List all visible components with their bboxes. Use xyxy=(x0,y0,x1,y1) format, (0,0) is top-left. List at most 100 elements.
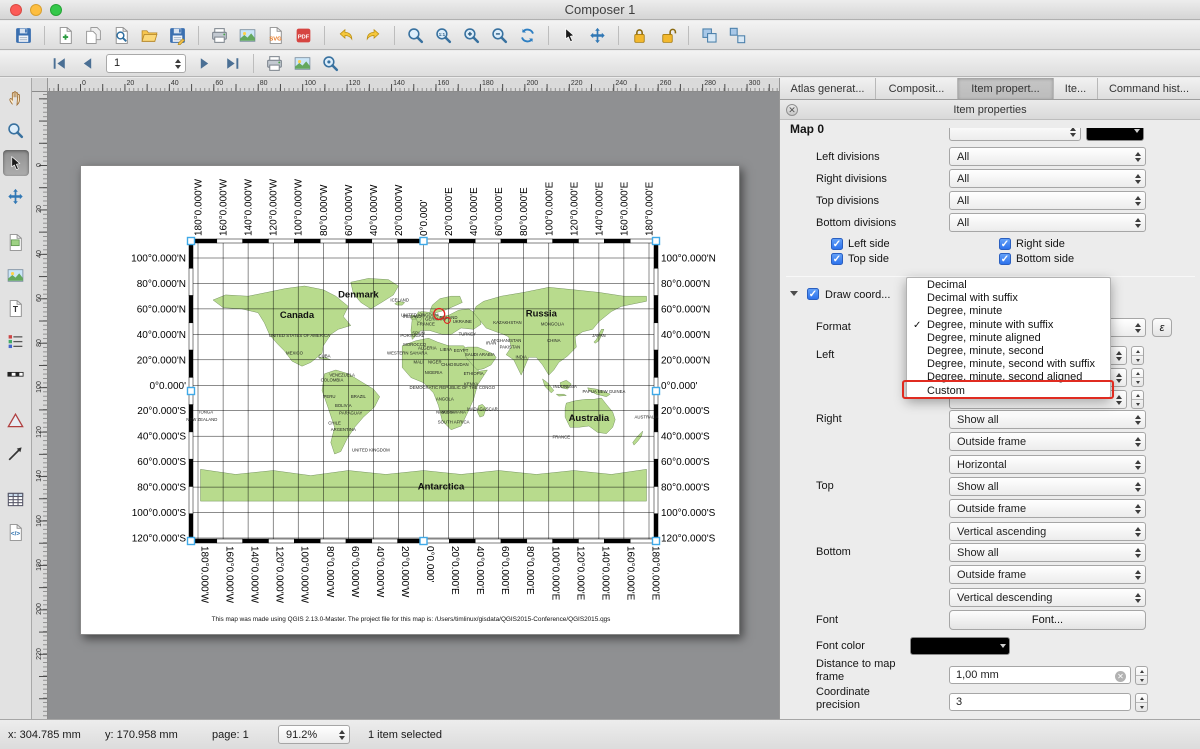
disclosure-triangle-icon[interactable] xyxy=(790,291,798,296)
coordinate-precision-input[interactable]: 3 xyxy=(949,693,1131,711)
zoom-full-button[interactable] xyxy=(402,23,429,48)
add-arrow-tool[interactable] xyxy=(3,440,29,466)
grid-partial-select[interactable] xyxy=(949,128,1081,141)
add-scalebar-tool[interactable] xyxy=(3,361,29,387)
tab-ite[interactable]: Ite... xyxy=(1054,78,1098,99)
print-button[interactable] xyxy=(206,23,233,48)
data-defined-override-button[interactable]: ε xyxy=(1152,318,1172,337)
atlas-last-button[interactable] xyxy=(219,51,246,76)
export-pdf-button[interactable]: PDF xyxy=(290,23,317,48)
load-template-button[interactable] xyxy=(136,23,163,48)
pan-tool[interactable] xyxy=(3,84,29,110)
selection-handle[interactable] xyxy=(188,538,195,545)
tab-command-hist[interactable]: Command hist... xyxy=(1098,78,1200,99)
add-label-tool[interactable]: T xyxy=(3,295,29,321)
format-menu-item-custom[interactable]: Custom xyxy=(907,385,1110,398)
format-menu-item-decimal[interactable]: Decimal xyxy=(907,279,1110,292)
selection-handle[interactable] xyxy=(420,538,427,545)
format-menu-item-degree-minute-with-suffix[interactable]: ✓Degree, minute with suffix xyxy=(907,319,1110,332)
left-option-1-stepper[interactable] xyxy=(1131,368,1144,387)
atlas-export-button[interactable] xyxy=(289,51,316,76)
stepper-up-icon[interactable] xyxy=(1132,369,1143,377)
select-move-item-tool[interactable] xyxy=(3,150,29,176)
font-color-button[interactable] xyxy=(910,637,1010,655)
selection-handle[interactable] xyxy=(653,238,660,245)
bottom-option-0-select[interactable]: Show all xyxy=(949,543,1146,562)
export-image-button[interactable] xyxy=(234,23,261,48)
top-divisions-select[interactable]: All xyxy=(949,191,1146,210)
zoom-actual-button[interactable]: 1:1 xyxy=(430,23,457,48)
precision-stepper[interactable] xyxy=(1135,693,1148,712)
stepper-up-icon[interactable] xyxy=(1132,347,1143,355)
refresh-view-button[interactable] xyxy=(514,23,541,48)
stepper-up-icon[interactable] xyxy=(1132,391,1143,399)
zoom-level-select[interactable]: 91.2% xyxy=(278,725,350,744)
clear-field-icon[interactable]: ✕ xyxy=(1115,671,1126,682)
right-option-2-select[interactable]: Horizontal xyxy=(949,455,1146,474)
selection-handle[interactable] xyxy=(188,388,195,395)
atlas-next-button[interactable] xyxy=(191,51,218,76)
atlas-prev-button[interactable] xyxy=(74,51,101,76)
bottom-option-2-select[interactable]: Vertical descending xyxy=(949,588,1146,607)
distance-to-map-frame-input[interactable]: 1,00 mm✕ xyxy=(949,666,1131,684)
ungroup-items-button[interactable] xyxy=(724,23,751,48)
panel-close-icon[interactable]: ✕ xyxy=(786,104,798,116)
redo-button[interactable] xyxy=(360,23,387,48)
add-legend-tool[interactable] xyxy=(3,328,29,354)
right-option-0-select[interactable]: Show all xyxy=(949,410,1146,429)
composition-canvas[interactable]: ICELANDUNITED KINGDOMIRELANDFRANCESPAINP… xyxy=(48,92,779,719)
top-option-0-select[interactable]: Show all xyxy=(949,477,1146,496)
page-number-input[interactable]: 1 xyxy=(106,54,186,73)
export-svg-button[interactable]: SVG xyxy=(262,23,289,48)
bottom-side-checkbox[interactable]: ✓ xyxy=(999,253,1011,265)
composer-manager-button[interactable] xyxy=(108,23,135,48)
stepper-down-icon[interactable] xyxy=(1132,377,1143,386)
left-option-0-stepper[interactable] xyxy=(1131,346,1144,365)
add-map-tool[interactable] xyxy=(3,229,29,255)
zoom-out-button[interactable] xyxy=(486,23,513,48)
selection-handle[interactable] xyxy=(188,238,195,245)
format-menu-item-degree-minute-second[interactable]: Degree, minute, second xyxy=(907,345,1110,358)
zoom-tool[interactable] xyxy=(3,117,29,143)
font-button[interactable]: Font... xyxy=(949,610,1146,630)
add-table-tool[interactable] xyxy=(3,486,29,512)
add-shape-tool[interactable] xyxy=(3,407,29,433)
selection-handle[interactable] xyxy=(653,388,660,395)
zoom-in-button[interactable] xyxy=(458,23,485,48)
tab-composit[interactable]: Composit... xyxy=(876,78,958,99)
grid-line-style-button[interactable] xyxy=(1086,128,1144,141)
right-option-1-select[interactable]: Outside frame xyxy=(949,432,1146,451)
top-option-2-select[interactable]: Vertical ascending xyxy=(949,522,1146,541)
selection-handle[interactable] xyxy=(420,238,427,245)
format-menu-item-degree-minute-aligned[interactable]: Degree, minute aligned xyxy=(907,332,1110,345)
left-option-2-stepper[interactable] xyxy=(1131,390,1144,409)
top-side-checkbox[interactable]: ✓ xyxy=(831,253,843,265)
tab-atlas-generat[interactable]: Atlas generat... xyxy=(780,78,876,99)
draw-coordinates-checkbox[interactable]: ✓ xyxy=(807,288,819,300)
duplicate-composer-button[interactable] xyxy=(80,23,107,48)
stepper-down-icon[interactable] xyxy=(1132,399,1143,408)
bottom-option-1-select[interactable]: Outside frame xyxy=(949,565,1146,584)
atlas-print-button[interactable] xyxy=(261,51,288,76)
add-html-tool[interactable]: </> xyxy=(3,519,29,545)
undo-button[interactable] xyxy=(332,23,359,48)
lock-items-button[interactable] xyxy=(626,23,653,48)
format-menu-item-degree-minute-second-aligned[interactable]: Degree, minute, second aligned xyxy=(907,371,1110,384)
stepper-down-icon[interactable] xyxy=(1136,675,1147,684)
atlas-settings-button[interactable] xyxy=(317,51,344,76)
format-menu-item-degree-minute-second-with-suffix[interactable]: Degree, minute, second with suffix xyxy=(907,358,1110,371)
group-items-button[interactable] xyxy=(696,23,723,48)
distance-stepper[interactable] xyxy=(1135,666,1148,685)
right-divisions-select[interactable]: All xyxy=(949,169,1146,188)
left-divisions-select[interactable]: All xyxy=(949,147,1146,166)
move-item-content-button[interactable] xyxy=(584,23,611,48)
select-move-item-button[interactable] xyxy=(556,23,583,48)
bottom-divisions-select[interactable]: All xyxy=(949,213,1146,232)
format-menu-item-decimal-with-suffix[interactable]: Decimal with suffix xyxy=(907,292,1110,305)
format-menu-item-degree-minute[interactable]: Degree, minute xyxy=(907,305,1110,318)
save-button[interactable] xyxy=(10,23,37,48)
selection-handle[interactable] xyxy=(653,538,660,545)
right-side-checkbox[interactable]: ✓ xyxy=(999,238,1011,250)
new-composer-button[interactable] xyxy=(52,23,79,48)
move-item-content-tool[interactable] xyxy=(3,183,29,209)
